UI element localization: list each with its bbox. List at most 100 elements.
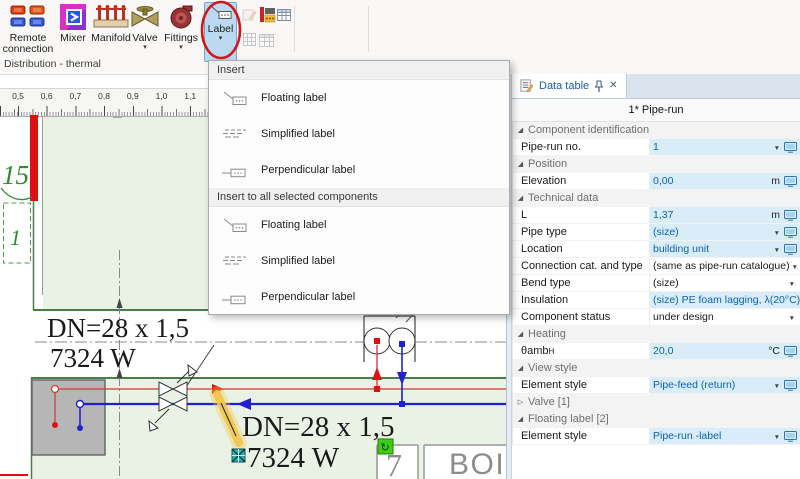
section-row[interactable]: Valve [1] bbox=[513, 394, 800, 411]
property-row[interactable]: Locationbuilding unit bbox=[513, 241, 800, 258]
tab-data-table[interactable]: Data table bbox=[512, 74, 627, 98]
property-value-cell[interactable]: (same as pipe-run catalogue) bbox=[650, 258, 800, 274]
property-value-cell[interactable]: (size) bbox=[650, 224, 800, 240]
balloon-label[interactable]: 15 bbox=[2, 160, 29, 190]
section-row[interactable]: View style bbox=[513, 360, 800, 377]
expander-expanded-icon[interactable] bbox=[513, 330, 528, 338]
expander-expanded-icon[interactable] bbox=[513, 415, 528, 423]
property-value-cell[interactable]: 1,37m bbox=[650, 207, 800, 223]
property-value-cell[interactable]: building unit bbox=[650, 241, 800, 257]
property-value-cell[interactable]: 0,00m bbox=[650, 173, 800, 189]
property-value: 1 bbox=[653, 141, 659, 153]
monitor-icon[interactable] bbox=[784, 380, 797, 391]
property-value-cell[interactable]: (size) PE foam lagging, λ(20°C) bbox=[650, 292, 800, 308]
section-label: Technical data bbox=[528, 192, 598, 204]
property-value-cell[interactable]: under design bbox=[650, 309, 800, 325]
property-row[interactable]: Element stylePipe-run -label bbox=[513, 428, 800, 445]
close-icon[interactable] bbox=[609, 81, 617, 91]
pin-icon[interactable] bbox=[594, 80, 604, 93]
section-label: Valve [1] bbox=[528, 396, 570, 408]
pipe-label-text: DN=28 x 1,5 bbox=[242, 411, 395, 443]
expander-collapsed-icon[interactable] bbox=[513, 398, 528, 406]
property-label: Element style bbox=[513, 428, 650, 444]
dropdown-caret-icon[interactable] bbox=[787, 311, 797, 323]
dropdown-caret-icon[interactable] bbox=[772, 430, 782, 442]
property-value: under design bbox=[653, 311, 714, 323]
catalog-icon[interactable] bbox=[259, 6, 276, 23]
menu-item-floating-label[interactable]: Floating label bbox=[209, 207, 509, 243]
dropdown-caret-icon[interactable] bbox=[772, 379, 782, 391]
label-button[interactable]: Label bbox=[204, 2, 237, 62]
pipe-label-text: 7324 W bbox=[50, 343, 136, 373]
monitor-icon[interactable] bbox=[784, 244, 797, 255]
zone-label[interactable]: 1 bbox=[10, 225, 21, 250]
label-icon bbox=[209, 5, 233, 21]
property-row[interactable]: Bend type(size) bbox=[513, 275, 800, 292]
property-value: Pipe-run -label bbox=[653, 430, 721, 442]
monitor-icon[interactable] bbox=[784, 346, 797, 357]
menu-item-label: Floating label bbox=[261, 92, 326, 104]
dropdown-caret-icon[interactable] bbox=[787, 277, 797, 289]
dropdown-caret-icon[interactable] bbox=[790, 260, 800, 272]
flow-direction-arrow bbox=[372, 367, 382, 380]
dropdown-caret-icon[interactable] bbox=[772, 243, 782, 255]
expander-expanded-icon[interactable] bbox=[513, 160, 528, 168]
manifold-button[interactable]: Manifold bbox=[92, 2, 130, 62]
property-row[interactable]: θambH20,0°C bbox=[513, 343, 800, 360]
property-value-cell[interactable]: Pipe-run -label bbox=[650, 428, 800, 444]
menu-item-perpendicular-label[interactable]: Perpendicular label bbox=[209, 279, 509, 315]
property-value-cell[interactable]: 1 bbox=[650, 139, 800, 155]
section-row[interactable]: Component identification bbox=[513, 122, 800, 139]
property-row[interactable]: Insulation(size) PE foam lagging, λ(20°C… bbox=[513, 292, 800, 309]
property-row[interactable]: Component statusunder design bbox=[513, 309, 800, 326]
monitor-icon[interactable] bbox=[784, 227, 797, 238]
wall-segment-marker[interactable] bbox=[30, 115, 38, 201]
dropdown-arrow-icon[interactable] bbox=[179, 44, 183, 50]
property-row[interactable]: L1,37m bbox=[513, 207, 800, 224]
property-label: θambH bbox=[513, 343, 650, 359]
dropdown-arrow-icon[interactable] bbox=[143, 44, 147, 50]
fittings-button[interactable]: Fittings bbox=[161, 2, 201, 62]
section-label: View style bbox=[528, 362, 577, 374]
property-value-cell[interactable]: Pipe-feed (return) bbox=[650, 377, 800, 393]
expander-expanded-icon[interactable] bbox=[513, 194, 528, 202]
edit-label-icon[interactable] bbox=[242, 7, 257, 22]
section-row[interactable]: Technical data bbox=[513, 190, 800, 207]
menu-item-floating-label[interactable]: Floating label bbox=[209, 80, 509, 116]
property-row[interactable]: Elevation0,00m bbox=[513, 173, 800, 190]
valve-button[interactable]: Valve bbox=[130, 2, 160, 62]
section-row[interactable]: Heating bbox=[513, 326, 800, 343]
property-label: L bbox=[513, 207, 650, 223]
dropdown-caret-icon[interactable] bbox=[772, 141, 782, 153]
menu-item-simplified-label[interactable]: Simplified label bbox=[209, 116, 509, 152]
property-row[interactable]: Element stylePipe-feed (return) bbox=[513, 377, 800, 394]
menu-item-simplified-label[interactable]: Simplified label bbox=[209, 243, 509, 279]
dropdown-caret-icon[interactable] bbox=[772, 226, 782, 238]
property-row[interactable]: Connection cat. and type(same as pipe-ru… bbox=[513, 258, 800, 275]
expander-expanded-icon[interactable] bbox=[513, 126, 528, 134]
mixer-button[interactable]: Mixer bbox=[56, 2, 90, 62]
table-icon[interactable] bbox=[259, 33, 274, 48]
property-value: Pipe-feed (return) bbox=[653, 379, 735, 391]
section-row[interactable]: Position bbox=[513, 156, 800, 173]
radiator-block[interactable] bbox=[32, 380, 105, 455]
label-grid-icon[interactable] bbox=[243, 33, 256, 46]
property-row[interactable]: Pipe type(size) bbox=[513, 224, 800, 241]
property-value-cell[interactable]: (size) bbox=[650, 275, 800, 291]
button-label: Remote connection bbox=[2, 33, 54, 55]
dropdown-arrow-icon[interactable] bbox=[219, 35, 223, 41]
monitor-icon[interactable] bbox=[784, 176, 797, 187]
property-value-cell[interactable]: 20,0°C bbox=[650, 343, 800, 359]
monitor-icon[interactable] bbox=[784, 142, 797, 153]
room-stamp[interactable]: 7 BOIL ↻ bbox=[377, 439, 506, 479]
monitor-icon[interactable] bbox=[784, 210, 797, 221]
property-row[interactable]: Pipe-run no.1 bbox=[513, 139, 800, 156]
section-row[interactable]: Floating label [2] bbox=[513, 411, 800, 428]
remote-connection-button[interactable]: Remote connection bbox=[2, 2, 54, 62]
monitor-icon[interactable] bbox=[784, 431, 797, 442]
expander-expanded-icon[interactable] bbox=[513, 364, 528, 372]
data-grid-icon[interactable] bbox=[277, 8, 291, 22]
pipe-label-1[interactable]: DN=28 x 1,5 7324 W bbox=[47, 313, 189, 373]
rotate-handle-icon[interactable]: ↻ bbox=[378, 439, 393, 454]
menu-item-perpendicular-label[interactable]: Perpendicular label bbox=[209, 152, 509, 188]
